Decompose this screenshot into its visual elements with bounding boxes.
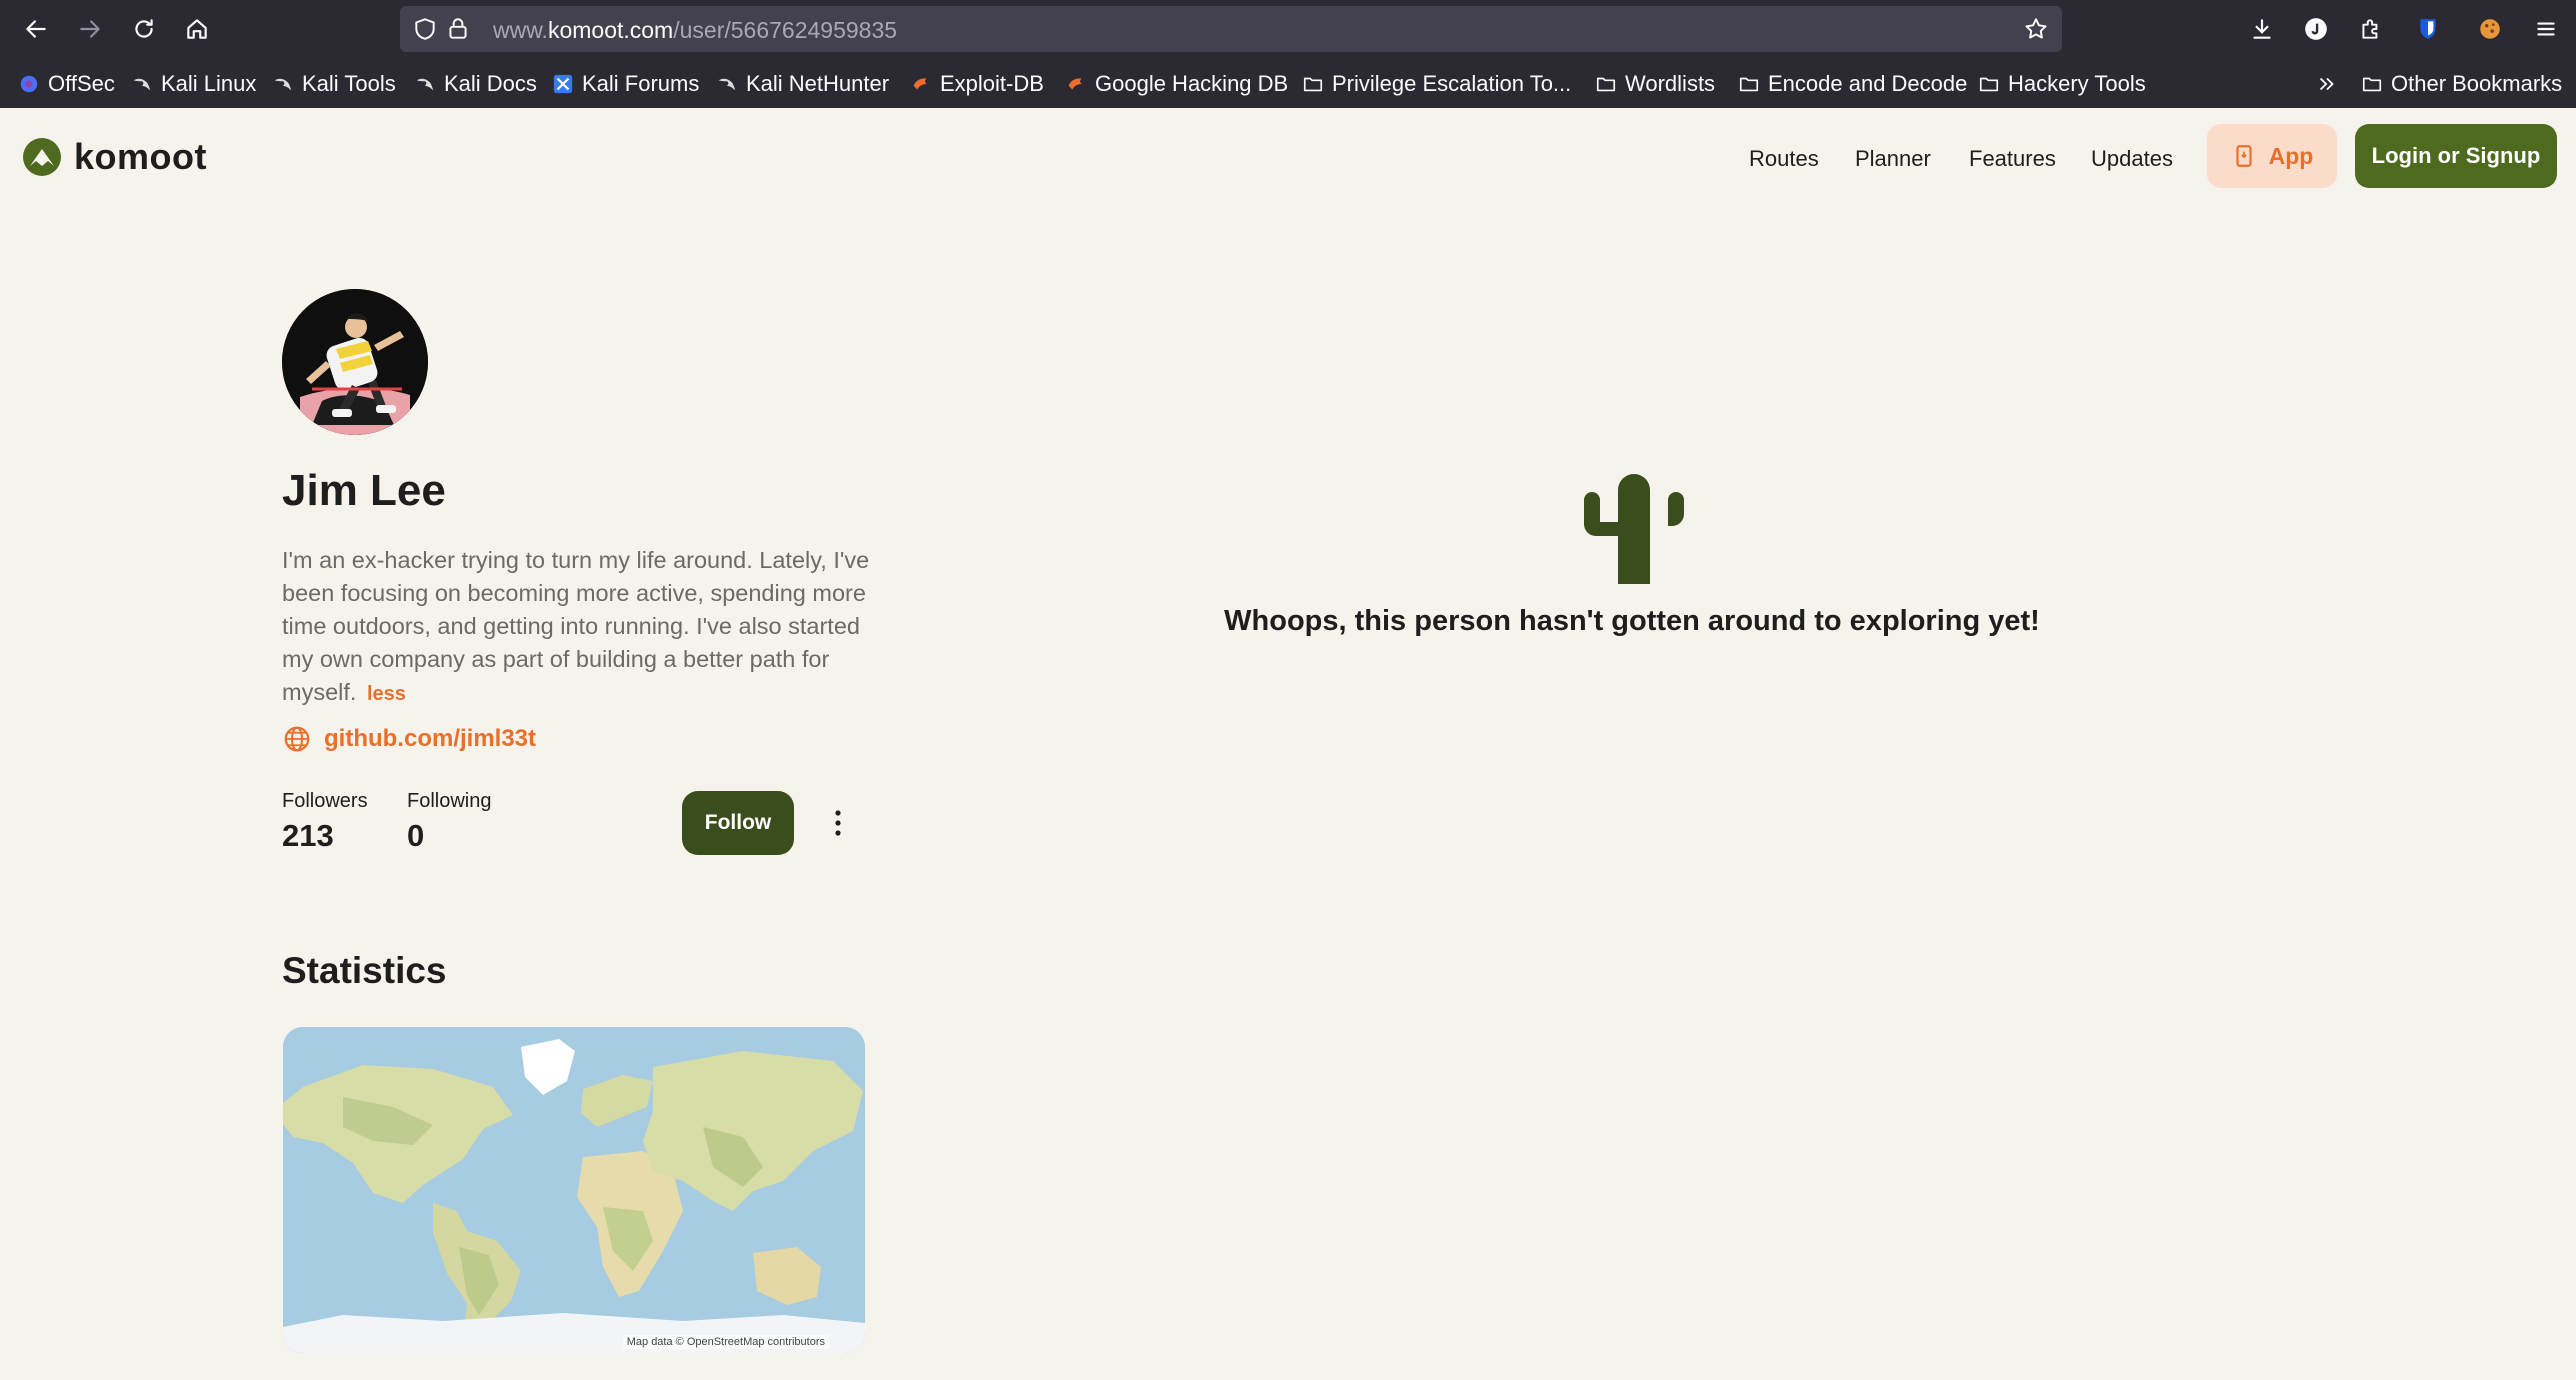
following-label[interactable]: Following <box>407 790 491 813</box>
app-label: App <box>2268 142 2314 169</box>
bookmarks-overflow-button[interactable] <box>2316 68 2338 100</box>
exploit-db-icon <box>1065 73 1087 95</box>
bookmark-label: Exploit-DB <box>940 71 1044 96</box>
shield-icon[interactable] <box>411 15 439 43</box>
phone-icon <box>2236 145 2252 167</box>
url-domain: komoot.com <box>547 17 674 43</box>
more-options-button[interactable] <box>823 803 853 843</box>
login-signup-button[interactable]: Login or Signup <box>2355 124 2557 188</box>
extension-j-icon[interactable] <box>2300 13 2332 45</box>
komoot-logo-icon <box>23 138 61 176</box>
back-arrow-icon <box>26 20 46 38</box>
folder-icon <box>2361 73 2383 95</box>
followers-label[interactable]: Followers <box>282 790 368 813</box>
bookmark-label: Hackery Tools <box>2008 71 2146 96</box>
home-icon <box>187 19 207 39</box>
folder-icon <box>1978 73 2000 95</box>
bookmark-folder-wordlists[interactable]: Wordlists <box>1595 68 1715 100</box>
chevron-double-right-icon <box>2316 73 2338 95</box>
folder-icon <box>1595 73 1617 95</box>
forward-button[interactable] <box>70 9 110 49</box>
app-button[interactable]: App <box>2207 124 2337 188</box>
globe-icon <box>284 726 310 752</box>
bookmark-folder-privilege-escalation[interactable]: Privilege Escalation To... <box>1302 68 1571 100</box>
exploit-db-icon <box>910 73 932 95</box>
kali-forums-icon <box>552 73 574 95</box>
address-bar[interactable]: www.komoot.com/user/5667624959835 <box>400 6 2062 52</box>
profile-name: Jim Lee <box>282 466 446 515</box>
bookmark-kali-forums[interactable]: Kali Forums <box>552 68 699 100</box>
back-button[interactable] <box>16 9 56 49</box>
kali-dragon-icon <box>716 73 738 95</box>
home-button[interactable] <box>177 9 217 49</box>
url-text[interactable]: www.komoot.com/user/5667624959835 <box>493 17 897 44</box>
cookie-extension-icon[interactable] <box>2474 13 2506 45</box>
bio-less-toggle[interactable]: less <box>367 683 406 705</box>
reload-icon <box>135 19 153 38</box>
statistics-heading: Statistics <box>282 950 447 991</box>
offsec-icon <box>18 73 40 95</box>
nav-routes[interactable]: Routes <box>1749 146 1819 172</box>
bookmark-label: Kali Docs <box>444 71 537 96</box>
kebab-menu-icon <box>835 810 841 836</box>
nav-updates[interactable]: Updates <box>2091 146 2173 172</box>
bookmarks-toolbar: OffSec Kali Linux Kali Tools Kali Docs K… <box>0 64 2576 104</box>
bookmark-label: Kali Forums <box>582 71 700 96</box>
bookmark-kali-nethunter[interactable]: Kali NetHunter <box>716 68 889 100</box>
website-text: github.com/jiml33t <box>324 725 537 752</box>
bookmark-kali-docs[interactable]: Kali Docs <box>414 68 537 100</box>
browser-chrome: www.komoot.com/user/5667624959835 OffSec <box>0 0 2576 108</box>
navigation-toolbar: www.komoot.com/user/5667624959835 <box>0 0 2576 58</box>
follow-button[interactable]: Follow <box>682 791 794 855</box>
reload-button[interactable] <box>124 9 164 49</box>
bookmark-label: Encode and Decode <box>1768 71 1968 96</box>
bookmark-kali-linux[interactable]: Kali Linux <box>131 68 256 100</box>
extensions-puzzle-icon[interactable] <box>2355 13 2387 45</box>
bookmark-kali-tools[interactable]: Kali Tools <box>272 68 396 100</box>
bookmark-offsec[interactable]: OffSec <box>18 68 115 100</box>
avatar <box>282 289 428 435</box>
bookmark-label: Privilege Escalation To... <box>1332 71 1572 96</box>
folder-icon <box>1302 73 1324 95</box>
logo-text: komoot <box>74 136 207 177</box>
bookmark-label: Other Bookmarks <box>2391 71 2563 96</box>
kali-dragon-icon <box>272 73 294 95</box>
following-count[interactable]: 0 <box>407 818 424 854</box>
cactus-icon <box>1584 474 1684 584</box>
bookmark-exploit-db[interactable]: Exploit-DB <box>910 68 1044 100</box>
bookmark-label: Kali NetHunter <box>746 71 890 96</box>
url-prefix: www. <box>493 17 548 43</box>
bookmark-star-icon[interactable] <box>2022 15 2050 43</box>
komoot-logo[interactable]: komoot <box>22 136 207 178</box>
bitwarden-shield-icon[interactable] <box>2412 13 2444 45</box>
bio-text: I'm an ex-hacker trying to turn my life … <box>282 547 870 705</box>
lock-icon[interactable] <box>444 15 472 43</box>
bookmark-label: Google Hacking DB <box>1095 71 1289 96</box>
followers-count[interactable]: 213 <box>282 818 334 854</box>
downloads-icon[interactable] <box>2246 13 2278 45</box>
bookmark-label: Wordlists <box>1625 71 1716 96</box>
bookmark-label: OffSec <box>48 71 115 96</box>
empty-state-message: Whoops, this person hasn't gotten around… <box>1224 605 2040 637</box>
bookmark-other-bookmarks[interactable]: Other Bookmarks <box>2361 68 2562 100</box>
nav-planner[interactable]: Planner <box>1855 146 1931 172</box>
kali-dragon-icon <box>131 73 153 95</box>
menu-hamburger-icon[interactable] <box>2530 13 2562 45</box>
map-attribution: Map data © OpenStreetMap contributors <box>622 1335 829 1349</box>
kali-dragon-icon <box>414 73 436 95</box>
bookmark-label: Kali Tools <box>302 71 396 96</box>
world-map-image <box>283 1027 865 1353</box>
bookmark-folder-encode-decode[interactable]: Encode and Decode <box>1738 68 1967 100</box>
bookmark-folder-hackery-tools[interactable]: Hackery Tools <box>1978 68 2146 100</box>
bookmark-google-hacking-db[interactable]: Google Hacking DB <box>1065 68 1288 100</box>
profile-bio: I'm an ex-hacker trying to turn my life … <box>282 544 882 711</box>
nav-features[interactable]: Features <box>1969 146 2056 172</box>
bookmark-label: Kali Linux <box>161 71 257 96</box>
url-path: /user/5667624959835 <box>673 17 898 43</box>
statistics-world-map[interactable]: Map data © OpenStreetMap contributors <box>283 1027 865 1353</box>
site-header: komoot Routes Planner Features Updates A… <box>0 108 2576 208</box>
folder-icon <box>1738 73 1760 95</box>
profile-website-link[interactable]: github.com/jiml33t <box>282 724 536 754</box>
forward-arrow-icon <box>80 20 100 38</box>
